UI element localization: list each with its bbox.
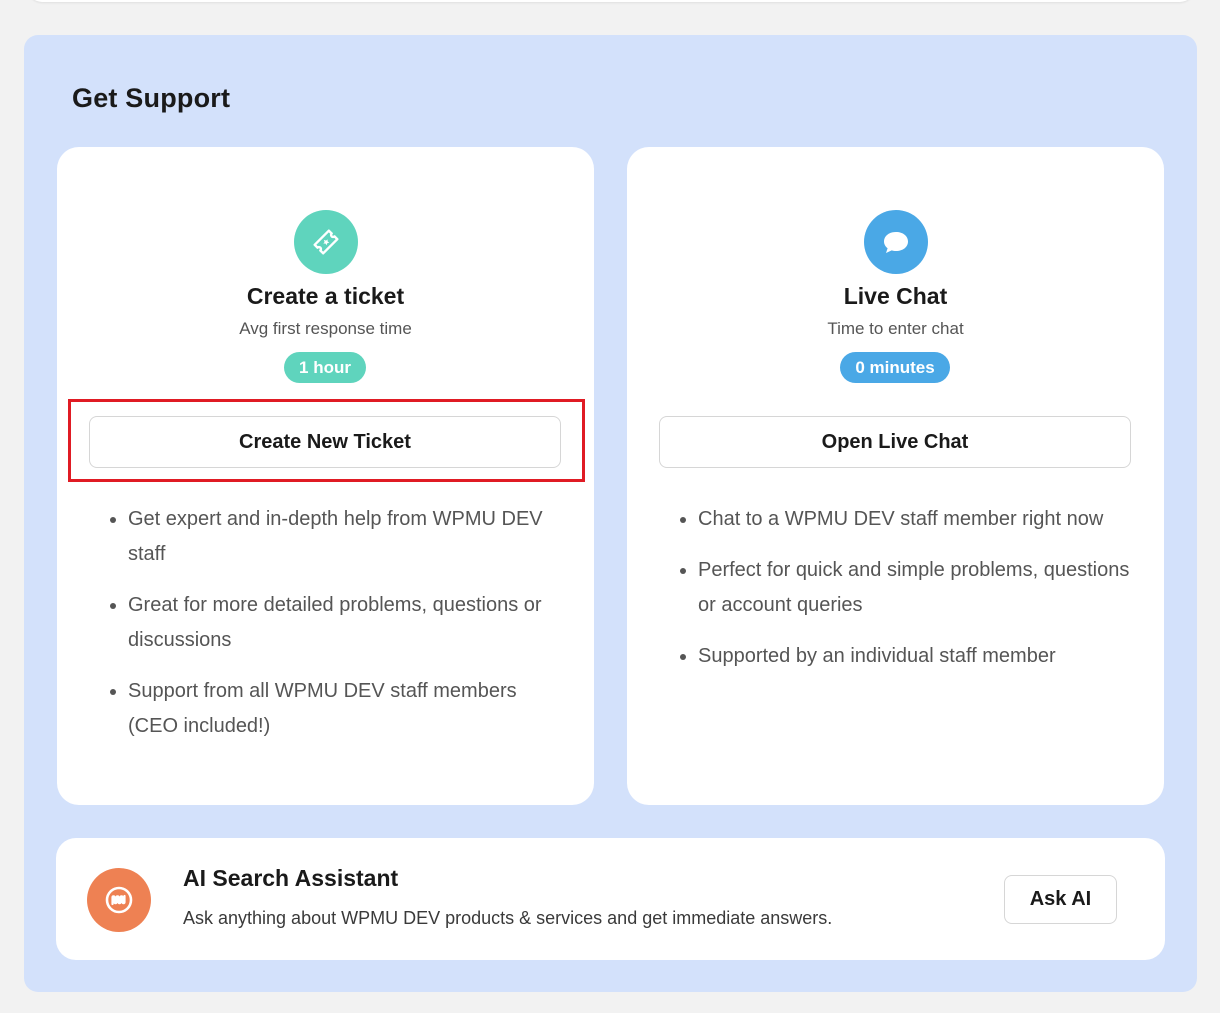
- chat-card-title: Live Chat: [843, 283, 948, 309]
- chat-card-subtitle: Time to enter chat: [827, 319, 964, 338]
- get-support-panel: Get Support Create a ticket Avg first re…: [24, 35, 1197, 992]
- list-item: Supported by an individual staff member: [680, 639, 1138, 674]
- list-item: Chat to a WPMU DEV staff member right no…: [680, 502, 1138, 537]
- ai-assistant-icon: [87, 868, 151, 932]
- ticket-feature-list: Get expert and in-depth help from WPMU D…: [110, 502, 568, 760]
- list-item: Great for more detailed problems, questi…: [110, 588, 568, 658]
- chat-wait-badge: 0 minutes: [840, 352, 950, 383]
- ai-assistant-description: Ask anything about WPMU DEV products & s…: [183, 908, 833, 928]
- create-new-ticket-button[interactable]: Create New Ticket: [89, 416, 561, 468]
- response-time-badge: 1 hour: [284, 352, 366, 383]
- create-ticket-card: Create a ticket Avg first response time …: [57, 147, 594, 805]
- live-chat-card: Live Chat Time to enter chat 0 minutes O…: [627, 147, 1164, 805]
- ticket-icon: [293, 210, 358, 274]
- list-item: Get expert and in-depth help from WPMU D…: [110, 502, 568, 572]
- chat-bubble-icon: [863, 210, 928, 274]
- ai-search-assistant-card: AI Search Assistant Ask anything about W…: [56, 838, 1165, 960]
- ticket-card-title: Create a ticket: [246, 283, 405, 309]
- open-live-chat-button[interactable]: Open Live Chat: [659, 416, 1131, 468]
- list-item: Support from all WPMU DEV staff members …: [110, 674, 568, 744]
- panel-title: Get Support: [72, 83, 231, 113]
- ask-ai-button[interactable]: Ask AI: [1004, 875, 1117, 924]
- previous-section-card: [28, 0, 1194, 2]
- ai-assistant-title: AI Search Assistant: [183, 865, 399, 891]
- chat-feature-list: Chat to a WPMU DEV staff member right no…: [680, 502, 1138, 690]
- ticket-card-subtitle: Avg first response time: [239, 319, 412, 338]
- list-item: Perfect for quick and simple problems, q…: [680, 553, 1138, 623]
